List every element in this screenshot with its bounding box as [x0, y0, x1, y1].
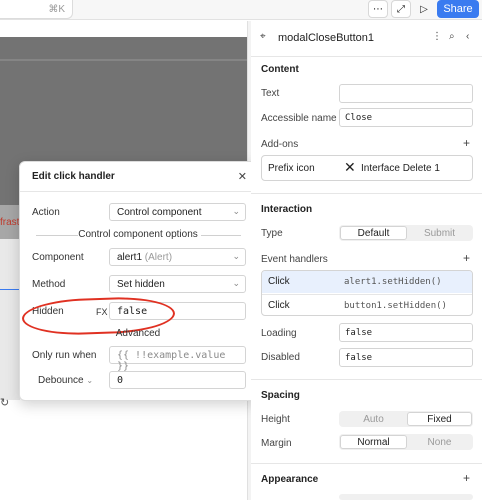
method-label: Method: [32, 279, 66, 290]
margin-label: Margin: [261, 438, 292, 449]
add-addon-icon[interactable]: +: [463, 136, 470, 150]
height-fixed[interactable]: Fixed: [407, 412, 472, 426]
close-icon[interactable]: ✕: [238, 170, 247, 183]
more-icon: ⋯: [373, 3, 383, 15]
addons-label: Add-ons: [261, 139, 299, 150]
height-toggle: Auto Fixed: [339, 411, 473, 427]
section-divider: [251, 193, 482, 194]
text-label: Text: [261, 88, 280, 99]
inspector-panel: ⌖ modalCloseButton1 ⋮ ⌕ ‹ Content Text A…: [251, 21, 482, 500]
advanced-section-heading: Advanced: [115, 328, 161, 339]
preview-button[interactable]: ▷: [414, 0, 434, 18]
more-icon[interactable]: ⋮: [432, 31, 442, 42]
type-toggle: Default Submit: [339, 225, 473, 241]
content-heading: Content: [261, 64, 299, 75]
debounce-text: Debounce: [38, 375, 84, 386]
close-x-icon: ✕: [344, 159, 356, 175]
canvas-strip: [0, 59, 247, 61]
prefix-icon-addon[interactable]: Prefix icon ✕ Interface Delete 1: [261, 155, 473, 181]
component-type: (Alert): [144, 252, 173, 263]
margin-normal[interactable]: Normal: [340, 435, 407, 449]
chevron-left-icon[interactable]: ‹: [466, 31, 469, 42]
modal-divider: [20, 191, 256, 192]
spacing-heading: Spacing: [261, 390, 300, 401]
event-handlers-list: Click alert1.setHidden() Click button1.s…: [261, 270, 473, 316]
only-run-label: Only run when: [32, 350, 97, 361]
loading-input[interactable]: false: [339, 323, 473, 342]
command-search[interactable]: ⌘K: [0, 0, 73, 19]
add-style-icon[interactable]: +: [463, 471, 470, 485]
type-label: Type: [261, 228, 283, 239]
modal-title: Edit click handler: [32, 171, 115, 182]
disabled-label: Disabled: [261, 352, 300, 363]
type-submit[interactable]: Submit: [407, 226, 472, 240]
disabled-input[interactable]: false: [339, 348, 473, 367]
cursor-click-icon: ⌖: [260, 31, 266, 42]
event-action: button1.setHidden(): [344, 301, 447, 311]
top-bar: ⌘K ⋯ ⤢ ▷ Share: [0, 0, 482, 20]
inspector-header: ⌖ modalCloseButton1 ⋮ ⌕ ‹: [251, 21, 482, 57]
height-auto[interactable]: Auto: [340, 412, 407, 426]
component-select[interactable]: alert1 (Alert) ⌄: [109, 248, 246, 266]
share-button[interactable]: Share: [437, 0, 479, 18]
more-options-button[interactable]: ⋯: [368, 0, 388, 18]
debounce-input[interactable]: 0: [109, 371, 246, 389]
prefix-value: Interface Delete 1: [361, 163, 440, 174]
action-label: Action: [32, 207, 60, 218]
event-handler-row[interactable]: Click button1.setHidden(): [262, 294, 472, 315]
interaction-heading: Interaction: [261, 204, 313, 215]
expand-icon: ⤢: [397, 3, 405, 15]
component-name[interactable]: modalCloseButton1: [278, 32, 374, 44]
event-name: Click: [268, 300, 290, 311]
refresh-icon[interactable]: ↻: [0, 396, 9, 409]
method-value: Set hidden: [117, 279, 165, 290]
accessible-name-input[interactable]: Close: [339, 108, 473, 127]
chevron-down-icon[interactable]: ⌄: [86, 376, 93, 385]
add-handler-icon[interactable]: +: [463, 251, 470, 265]
canvas-alert-text: frast: [0, 217, 20, 228]
action-select[interactable]: Control component ⌄: [109, 203, 246, 221]
accessible-name-label: Accessible name: [261, 113, 337, 124]
appearance-toggle: [339, 494, 473, 500]
debounce-value: 0: [117, 375, 124, 386]
event-handler-row[interactable]: Click alert1.setHidden(): [262, 271, 472, 293]
selection-indicator: [0, 289, 20, 290]
event-action: alert1.setHidden(): [344, 277, 442, 287]
chevron-down-icon: ⌄: [232, 206, 240, 216]
action-value: Control component: [117, 207, 202, 218]
expand-button[interactable]: ⤢: [391, 0, 411, 18]
edit-click-handler-modal: Edit click handler ✕ Action Control comp…: [19, 161, 257, 401]
debounce-label: Debounce ⌄: [38, 375, 93, 386]
component-label: Component: [32, 252, 84, 263]
margin-toggle: Normal None: [339, 434, 473, 450]
search-icon[interactable]: ⌕: [449, 31, 455, 42]
only-run-placeholder: {{ !!example.value }}: [117, 350, 226, 372]
section-divider: [251, 463, 482, 464]
margin-none[interactable]: None: [407, 435, 472, 449]
chevron-down-icon: ⌄: [232, 251, 240, 261]
only-run-input[interactable]: {{ !!example.value }}: [109, 346, 246, 372]
play-icon: ▷: [420, 3, 428, 15]
component-value: alert1: [117, 252, 143, 263]
chevron-down-icon: ⌄: [232, 278, 240, 288]
shortcut-hint: ⌘K: [48, 4, 65, 15]
event-name: Click: [268, 276, 290, 287]
loading-label: Loading: [261, 328, 297, 339]
appearance-heading: Appearance: [261, 474, 319, 485]
height-label: Height: [261, 414, 290, 425]
prefix-label: Prefix icon: [268, 163, 315, 174]
options-section-heading: Control component options: [78, 229, 198, 240]
method-select[interactable]: Set hidden ⌄: [109, 275, 246, 293]
section-divider: [251, 379, 482, 380]
event-handlers-label: Event handlers: [261, 254, 328, 265]
text-input[interactable]: [339, 84, 473, 103]
type-default[interactable]: Default: [340, 226, 407, 240]
